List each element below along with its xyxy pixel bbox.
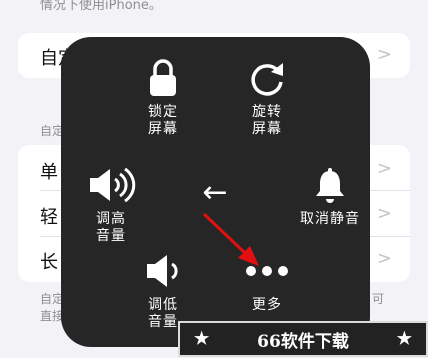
watermark-text: 66软件下载 <box>257 331 349 352</box>
star-icon: ★ <box>194 329 210 349</box>
watermark-banner: ★ 66软件下载 ★ <box>178 321 428 357</box>
star-icon: ★ <box>396 329 412 349</box>
annotation-arrow <box>202 212 259 266</box>
